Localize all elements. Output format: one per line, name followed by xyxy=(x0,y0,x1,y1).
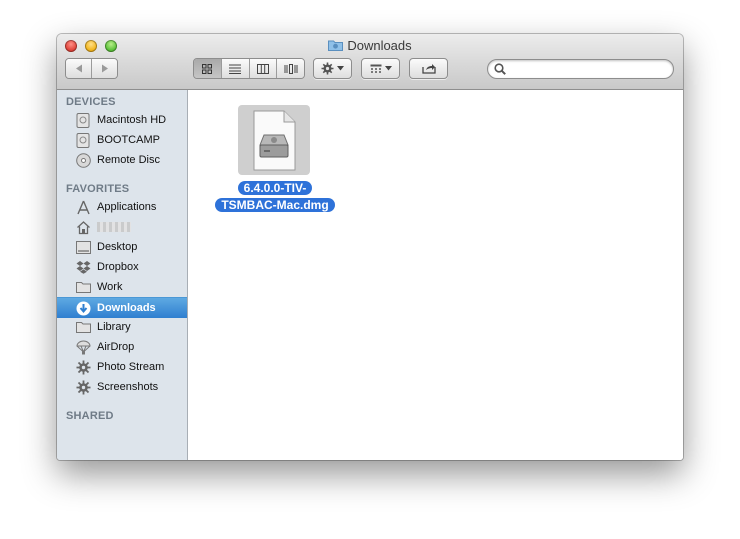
applications-icon xyxy=(75,199,91,215)
file-name-line-1: 6.4.0.0-TIV- xyxy=(237,181,313,195)
sidebar-item-label: Photo Stream xyxy=(97,361,165,373)
downloads-folder-icon xyxy=(328,39,344,51)
sidebar-item-bootcamp[interactable]: BOOTCAMP xyxy=(57,130,187,150)
home-folder-name-redacted xyxy=(97,222,131,232)
icon-view-button[interactable] xyxy=(194,59,222,78)
search-icon xyxy=(494,63,506,75)
share-button[interactable] xyxy=(409,58,448,79)
sidebar-header-devices: DEVICES xyxy=(66,96,116,108)
sidebar-item-label: Screenshots xyxy=(97,381,159,393)
sidebar-item-label: Downloads xyxy=(97,302,156,314)
sidebar-item-label: BOOTCAMP xyxy=(97,134,160,146)
home-icon xyxy=(75,219,91,235)
sidebar-item-remote-disc[interactable]: Remote Disc xyxy=(57,150,187,170)
hard-drive-icon xyxy=(75,132,91,148)
desktop-icon xyxy=(75,239,91,255)
sidebar-item-label: Dropbox xyxy=(97,261,139,273)
sidebar-item-label: Applications xyxy=(97,201,157,213)
list-view-button[interactable] xyxy=(221,59,250,78)
sidebar-item-downloads[interactable]: Downloads xyxy=(57,297,187,318)
coverflow-view-button[interactable] xyxy=(277,59,304,78)
dropbox-icon xyxy=(75,259,91,275)
hard-drive-icon xyxy=(75,112,91,128)
sidebar-item-airdrop[interactable]: AirDrop xyxy=(57,337,187,357)
disc-icon xyxy=(75,152,91,168)
sidebar-item-dropbox[interactable]: Dropbox xyxy=(57,257,187,277)
file-icon-selection[interactable] xyxy=(238,105,310,175)
sidebar-item-library[interactable]: Library xyxy=(57,317,187,337)
column-view-button[interactable] xyxy=(249,59,278,78)
back-button[interactable] xyxy=(66,59,92,78)
window-title-bar: Downloads xyxy=(57,38,683,54)
sidebar-item-macintosh-hd[interactable]: Macintosh HD xyxy=(57,110,187,130)
disk-image-icon xyxy=(253,110,296,171)
window-title: Downloads xyxy=(347,38,412,53)
view-mode-selector xyxy=(193,58,305,79)
forward-button[interactable] xyxy=(92,59,117,78)
gear-icon xyxy=(321,62,334,75)
file-name-label[interactable]: 6.4.0.0-TIV- TSMBAC-Mac.dmg xyxy=(212,180,338,214)
folder-icon xyxy=(75,319,91,335)
toolbar: Downloads xyxy=(57,34,683,90)
action-menu-button[interactable] xyxy=(313,58,352,79)
sidebar-header-shared: SHARED xyxy=(66,410,114,422)
sidebar-item-work[interactable]: Work xyxy=(57,277,187,297)
nav-buttons xyxy=(65,58,118,79)
file-browser-pane[interactable]: 6.4.0.0-TIV- TSMBAC-Mac.dmg xyxy=(188,90,683,460)
sidebar-item-label: Library xyxy=(97,321,131,333)
list-view-icon xyxy=(229,64,242,74)
sidebar-header-favorites: FAVORITES xyxy=(66,183,130,195)
sidebar-item-label: Remote Disc xyxy=(97,154,160,166)
arrange-icon xyxy=(370,64,381,73)
sidebar-item-label: Macintosh HD xyxy=(97,114,167,126)
folder-icon xyxy=(75,279,91,295)
sidebar-item-desktop[interactable]: Desktop xyxy=(57,237,187,257)
arrange-menu-button[interactable] xyxy=(361,58,400,79)
sidebar-item-home[interactable] xyxy=(57,217,187,237)
sidebar-item-photo-stream[interactable]: Photo Stream xyxy=(57,357,187,377)
chevron-down-icon xyxy=(337,66,344,71)
gear-icon xyxy=(75,379,91,395)
coverflow-view-icon xyxy=(284,63,298,74)
search-field[interactable] xyxy=(487,59,674,79)
file-name-line-2: TSMBAC-Mac.dmg xyxy=(215,198,335,212)
airdrop-icon xyxy=(75,339,91,355)
downloads-icon xyxy=(75,300,91,316)
search-input[interactable] xyxy=(510,61,672,79)
share-icon xyxy=(421,64,436,74)
chevron-down-icon xyxy=(384,66,392,71)
sidebar-item-applications[interactable]: Applications xyxy=(57,197,187,217)
sidebar-item-label: AirDrop xyxy=(97,341,135,353)
sidebar-item-label: Desktop xyxy=(97,241,138,253)
finder-window: Downloads DEVICES Macintosh HD BOOTCAMP … xyxy=(57,34,683,460)
sidebar-item-screenshots[interactable]: Screenshots xyxy=(57,377,187,397)
icon-view-icon xyxy=(202,63,213,74)
sidebar-item-label: Work xyxy=(97,281,123,293)
gear-icon xyxy=(75,359,91,375)
column-view-icon xyxy=(256,63,269,74)
sidebar: DEVICES Macintosh HD BOOTCAMP Remote Dis… xyxy=(57,90,188,460)
